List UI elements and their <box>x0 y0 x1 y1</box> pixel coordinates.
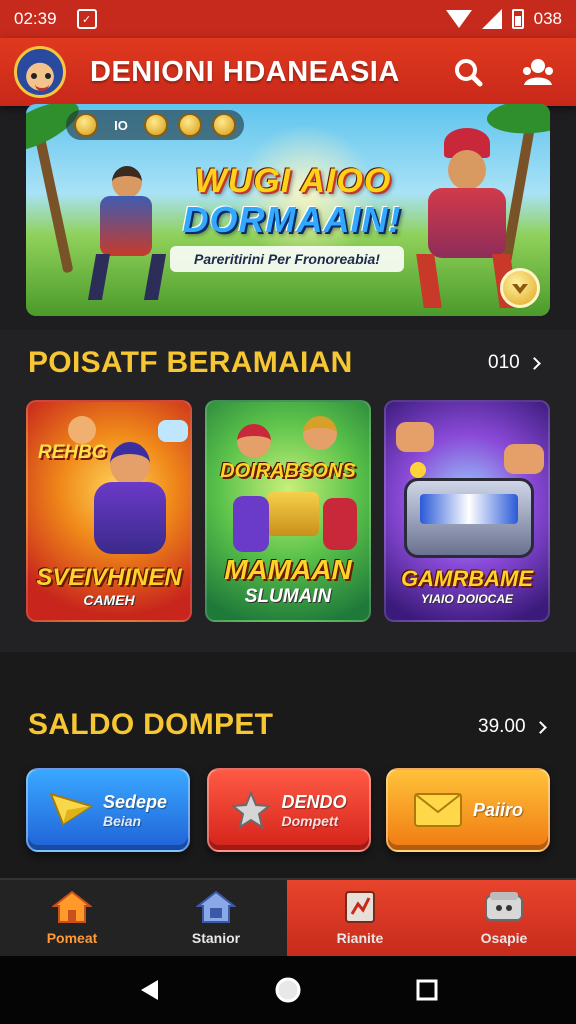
store-icon <box>196 890 236 923</box>
banner-title-line1: WUGI AIOO <box>194 162 392 200</box>
search-icon <box>455 59 483 87</box>
header-actions <box>450 54 562 90</box>
back-icon <box>141 980 159 1000</box>
games-see-all[interactable]: 010 <box>488 352 541 374</box>
deposit-button-label: DENDO Dompett <box>281 792 346 829</box>
nav-label: Stanior <box>191 930 241 946</box>
battery-icon <box>511 9 524 29</box>
status-time: 02:39 <box>14 9 57 28</box>
coin-icon <box>144 113 168 137</box>
circle-icon <box>275 977 301 1003</box>
send-icon <box>49 792 93 826</box>
games-see-all-label: 010 <box>488 352 520 373</box>
coin-icon <box>212 113 236 137</box>
status-bar: 02:39 ✓ 038 <box>0 0 576 38</box>
game-card-title: SVEIVHINEN <box>36 564 182 591</box>
game-card-1[interactable]: REHBG SVEIVHINEN CAMEH <box>26 400 192 622</box>
game-card-subtitle: SLUMAIN <box>244 586 332 607</box>
app-title: DENIONI HDANEASIA <box>90 55 400 88</box>
send-label-line1: Sedepe <box>102 791 168 812</box>
pay-button[interactable]: Paiiro <box>386 768 550 852</box>
nav-item-document[interactable]: Rianite <box>288 880 432 956</box>
deposit-button[interactable]: DENDO Dompett <box>207 768 371 852</box>
document-icon <box>345 891 375 923</box>
games-section-title: POISATF BERAMAIAN <box>28 346 353 379</box>
avatar[interactable] <box>14 46 66 98</box>
notification-icon: ✓ <box>76 9 97 29</box>
game-card-3[interactable]: GAMRBAME YIAIO DOIOCAE <box>384 400 550 622</box>
search-button[interactable] <box>450 54 486 90</box>
app-header: DENIONI HDANEASIA <box>0 38 576 106</box>
pay-label-line1: Paiiro <box>472 799 524 820</box>
gift-icon <box>512 284 528 294</box>
deposit-label-line1: DENDO <box>281 791 347 812</box>
nav-item-home[interactable]: Pomeat <box>0 880 144 956</box>
user-icon <box>523 59 553 85</box>
coin-icon <box>178 113 202 137</box>
wallet-balance-value: 39.00 <box>478 716 526 737</box>
game-card-2[interactable]: DOIRABSONS MAMAAN SLUMAIN <box>205 400 371 622</box>
banner-coin-label: IO <box>114 117 128 133</box>
envelope-icon <box>413 793 462 827</box>
game-card-subtitle: YIAIO DOIOCAE <box>420 592 513 606</box>
send-label-line2: Beian <box>102 812 142 829</box>
coin-icon <box>74 113 98 137</box>
game-card-tag: REHBG <box>38 442 107 463</box>
game-card-tag: DOIRABSONS <box>220 460 356 482</box>
send-button[interactable]: Sedepe Beian <box>26 768 190 852</box>
nav-label: Pomeat <box>46 930 98 946</box>
send-button-label: Sedepe Beian <box>103 792 167 829</box>
nav-label: Osapie <box>480 930 528 946</box>
app-root: 02:39 ✓ 038 DENIONI HDANEASIA IO WUGI AI… <box>0 0 576 1024</box>
wifi-icon <box>445 10 472 28</box>
chevron-right-icon <box>533 720 547 734</box>
system-nav-bar <box>0 956 576 1024</box>
game-card-title: GAMRBAME <box>401 566 533 591</box>
deposit-label-line2: Dompett <box>281 812 339 829</box>
recents-button[interactable] <box>407 970 447 1010</box>
wallet-balance-link[interactable]: 39.00 <box>478 716 547 738</box>
banner-title-line2: DORMAAIN! <box>182 199 402 240</box>
wallet-section-title: SALDO DOMPET <box>28 708 274 741</box>
home-icon <box>52 890 92 923</box>
banner-subtitle: Pareritirini Per Fronoreabia! <box>170 246 404 272</box>
signal-icon <box>481 9 502 29</box>
square-icon <box>416 979 438 1001</box>
nav-label: Rianite <box>336 930 384 946</box>
star-icon <box>231 790 272 830</box>
nav-item-store[interactable]: Stanior <box>144 880 288 956</box>
wallet-icon <box>485 892 523 921</box>
banner-reward-button[interactable] <box>500 268 540 308</box>
chevron-right-icon <box>527 356 541 370</box>
game-card-title: MAMAAN <box>224 554 352 585</box>
bottom-nav: Pomeat Stanior Rianite Osapie <box>0 878 576 956</box>
game-card-subtitle: CAMEH <box>83 592 135 608</box>
banner-coin-row: IO <box>66 110 244 140</box>
status-indicators: 038 <box>445 9 562 29</box>
battery-level: 038 <box>533 9 562 28</box>
profile-button[interactable] <box>520 54 556 90</box>
pay-button-label: Paiiro <box>473 800 523 821</box>
promo-banner[interactable]: IO WUGI AIOO DORMAAIN! Pareritirini Per … <box>26 104 550 316</box>
home-button[interactable] <box>268 970 308 1010</box>
back-button[interactable] <box>129 970 169 1010</box>
nav-item-wallet[interactable]: Osapie <box>432 880 576 956</box>
